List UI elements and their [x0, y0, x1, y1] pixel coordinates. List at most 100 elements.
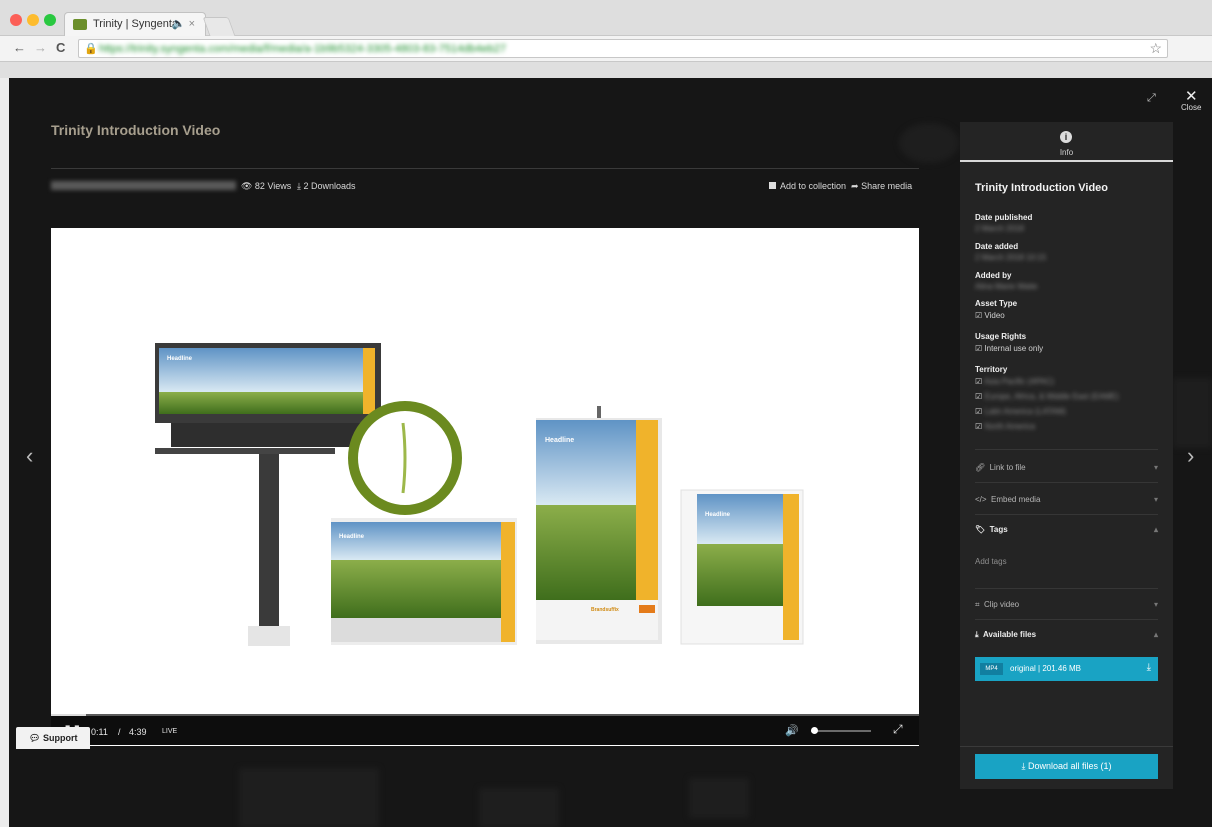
brochure-stripe: [501, 522, 515, 642]
brochure-sky-right: [421, 522, 501, 560]
billboard-headline: Headline: [167, 356, 193, 362]
billboard-stripe: [363, 348, 375, 414]
new-tab-button[interactable]: [202, 17, 236, 36]
chevron-up-icon: ▴: [1153, 630, 1158, 639]
background-blur: [899, 123, 959, 163]
browser-tab[interactable]: Trinity | Syngenta 🔈 ×: [64, 12, 206, 36]
views-count: 👁 82 Views: [241, 181, 292, 191]
rollup-logo: [639, 605, 655, 613]
add-tags-input[interactable]: Add tags: [975, 557, 1158, 566]
progress-track[interactable]: [51, 714, 919, 716]
add-to-collection-link[interactable]: Add to collection: [769, 181, 846, 191]
brochure-field: [331, 560, 501, 618]
back-button[interactable]: ←: [13, 40, 26, 55]
background-blur: [239, 768, 379, 827]
progress-fill: [51, 714, 86, 716]
book-sky: [697, 494, 787, 544]
brochure-footer: [331, 618, 501, 642]
window-minimize-button[interactable]: [27, 14, 39, 26]
forward-button[interactable]: →: [34, 40, 47, 55]
available-files-section[interactable]: ⤓ Available files ▴: [975, 630, 1158, 640]
page-header-strip: [0, 62, 1212, 78]
code-icon: </>: [975, 495, 987, 504]
bookmark-star-icon[interactable]: ☆: [1149, 40, 1162, 57]
download-icon: ⤓: [1146, 662, 1151, 673]
browser-tab-strip: Trinity | Syngenta 🔈 ×: [0, 0, 1212, 36]
downloads-count: ⤓ 2 Downloads: [297, 181, 356, 191]
rollup-headline: Headline: [545, 437, 574, 444]
billboard-sky: [159, 348, 371, 392]
background-blur: [689, 778, 749, 818]
link-to-file-section[interactable]: 🔗︎ Link to file ▾: [975, 463, 1158, 472]
checkbox-icon: ☑: [975, 422, 983, 431]
field-label: Date added: [975, 242, 1019, 251]
volume-slider[interactable]: [811, 727, 871, 734]
duration: 4:39: [129, 727, 147, 737]
brochure-headline: Headline: [339, 534, 365, 540]
volume-knob[interactable]: [811, 727, 818, 734]
url-text: https://trinity.syngenta.com/media/f/med…: [99, 43, 507, 55]
support-button[interactable]: 💬︎ Support: [16, 727, 90, 749]
chevron-down-icon: ▾: [1153, 495, 1158, 504]
section-divider: [975, 619, 1158, 620]
chevron-down-icon: ▾: [1153, 463, 1158, 472]
checkbox-icon: ☑: [975, 311, 983, 320]
billboard-catwalk: [155, 448, 335, 454]
current-time: 0:11: [91, 727, 108, 737]
added-by-value: Alina Marie Waite: [975, 282, 1038, 291]
tab-title: Trinity | Syngenta: [93, 18, 178, 30]
territory-item: ☑ Latin America (LATAM): [975, 407, 1066, 416]
speaker-icon: 🔈: [171, 18, 186, 30]
next-media-arrow[interactable]: ›: [1187, 443, 1194, 469]
file-name: original | 201.46 MB: [1010, 664, 1082, 673]
book-stripe: [783, 494, 799, 640]
fullscreen-button[interactable]: ⤢: [893, 722, 903, 737]
tab-info[interactable]: i Info: [960, 122, 1173, 162]
file-download-button[interactable]: MP4 original | 201.46 MB ⤓: [975, 657, 1158, 681]
section-divider: [975, 514, 1158, 515]
browser-toolbar: ← → C 🔒 https://trinity.syngenta.com/med…: [0, 36, 1212, 62]
field-label: Date published: [975, 213, 1033, 222]
tab-audio-close[interactable]: 🔈 ×: [172, 17, 195, 30]
billboard-field: [159, 392, 371, 414]
header-divider: [51, 168, 919, 169]
favicon-icon: [73, 19, 87, 30]
download-all-button[interactable]: ⤓ Download all files (1): [975, 754, 1158, 779]
previous-media-arrow[interactable]: ‹: [26, 443, 33, 469]
rollup-field: [536, 505, 636, 600]
checkbox-icon: ☑: [975, 407, 983, 416]
section-divider: [975, 588, 1158, 589]
billboard-base: [248, 626, 290, 646]
territory-item: ☑ North America: [975, 422, 1036, 431]
expand-icon[interactable]: ⤢: [1147, 92, 1156, 105]
book-headline: Headline: [705, 512, 731, 518]
clip-video-section[interactable]: ⌗ Clip video ▾: [975, 600, 1158, 610]
volume-icon[interactable]: 🔊: [785, 724, 799, 737]
video-frame: Headline Headline Headline Brandsuffix H…: [155, 343, 804, 646]
link-icon: 🔗︎: [975, 463, 986, 472]
territory-item: ☑ Europe, Africa, & Middle East (EAME): [975, 392, 1119, 401]
rollup-brand: Brandsuffix: [591, 607, 619, 613]
address-bar[interactable]: 🔒 https://trinity.syngenta.com/media/f/m…: [78, 39, 1168, 58]
reload-button[interactable]: C: [56, 40, 65, 55]
share-media-link[interactable]: ➦ Share media: [851, 181, 912, 192]
usage-rights-value: ☑ Internal use only: [975, 344, 1044, 353]
embed-media-section[interactable]: </> Embed media ▾: [975, 495, 1158, 504]
window-close-button[interactable]: [10, 14, 22, 26]
tags-section[interactable]: 🏷︎ Tags ▴: [975, 525, 1158, 534]
date-published-value: 2 March 2018: [975, 224, 1024, 233]
window-maximize-button[interactable]: [44, 14, 56, 26]
rollup-sky: [536, 420, 636, 505]
close-label[interactable]: Close: [1181, 103, 1201, 112]
share-icon: ➦: [851, 181, 859, 191]
media-modal: Trinity Introduction Video 👁 82 Views ⤓ …: [9, 78, 1212, 827]
tab-close-icon[interactable]: ×: [189, 18, 195, 30]
territory-label: Territory: [975, 365, 1008, 374]
info-icon: i: [1060, 131, 1072, 143]
checkbox-icon: ☑: [975, 377, 983, 386]
video-player[interactable]: Headline Headline Headline Brandsuffix H…: [51, 228, 919, 746]
chevron-up-icon: ▴: [1153, 525, 1158, 534]
section-divider: [975, 449, 1158, 450]
brochure-sky-left: [331, 522, 421, 560]
rollup-pole: [597, 406, 601, 418]
